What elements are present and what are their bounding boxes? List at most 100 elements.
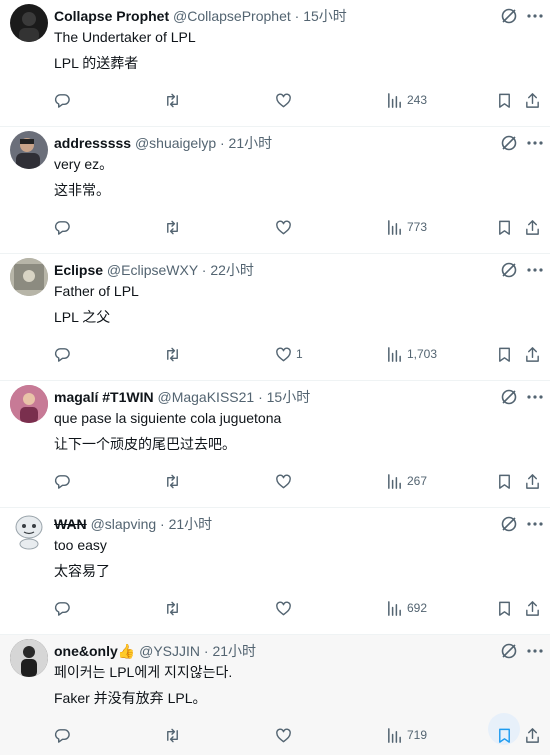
display-name[interactable]: addresssss [54, 135, 131, 151]
like-button[interactable] [275, 212, 296, 242]
avatar[interactable] [10, 4, 48, 42]
display-name[interactable]: one&only👍 [54, 643, 135, 659]
display-name[interactable]: WAN [54, 516, 87, 532]
retweet-button[interactable] [164, 466, 181, 496]
tweet[interactable]: WAN @slapving · 21小时 too easy 太容易了 692 [0, 508, 550, 635]
avatar[interactable] [10, 512, 48, 550]
tweet[interactable]: one&only👍 @YSJJIN · 21小时 페이커는 LPL에게 지지않는… [0, 635, 550, 755]
share-button[interactable] [524, 339, 541, 369]
tweet[interactable]: magalí #T1WIN @MagaKISS21 · 15小时 que pas… [0, 381, 550, 508]
bookmark-button[interactable] [496, 85, 513, 115]
views-button[interactable]: 243 [386, 85, 427, 115]
like-icon [276, 92, 291, 107]
timestamp[interactable]: · 22小时 [202, 262, 254, 278]
display-name[interactable]: Eclipse [54, 262, 103, 278]
timestamp[interactable]: · 21小时 [204, 643, 256, 659]
retweet-button[interactable] [164, 720, 181, 750]
views-button[interactable]: 773 [386, 212, 427, 242]
avatar[interactable] [10, 639, 48, 677]
share-button[interactable] [524, 593, 541, 623]
reply-button[interactable] [54, 339, 71, 369]
reply-button[interactable] [54, 212, 71, 242]
avatar[interactable] [10, 258, 48, 296]
more-icon[interactable] [526, 515, 544, 533]
bookmark-icon [499, 93, 510, 108]
user-handle[interactable]: @YSJJIN [139, 643, 200, 659]
reply-button[interactable] [54, 720, 71, 750]
share-icon [526, 473, 539, 489]
retweet-button[interactable] [164, 212, 181, 242]
timestamp[interactable]: · 21小时 [160, 516, 212, 532]
grok-icon[interactable] [500, 261, 518, 279]
bookmark-button[interactable] [496, 466, 513, 496]
tweet-text: The Undertaker of LPL [54, 29, 196, 45]
user-handle[interactable]: @EclipseWXY [107, 262, 198, 278]
views-icon [388, 219, 401, 235]
tweet[interactable]: addresssss @shuaigelyp · 21小时 very ez。 这… [0, 127, 550, 254]
bookmark-icon [499, 728, 510, 743]
like-icon [276, 219, 291, 234]
reply-button[interactable] [54, 85, 71, 115]
views-button[interactable]: 1,703 [386, 339, 437, 369]
grok-icon[interactable] [500, 515, 518, 533]
tweet[interactable]: Eclipse @EclipseWXY · 22小时 Father of LPL… [0, 254, 550, 381]
tweet-text: very ez。 [54, 156, 114, 172]
views-icon [388, 92, 401, 108]
grok-icon[interactable] [500, 642, 518, 660]
timestamp[interactable]: · 21小时 [220, 135, 272, 151]
view-count: 243 [407, 93, 428, 107]
views-icon [388, 346, 401, 362]
more-icon[interactable] [526, 7, 544, 25]
share-button[interactable] [524, 466, 541, 496]
bookmark-button[interactable] [496, 212, 513, 242]
share-button[interactable] [524, 85, 541, 115]
bookmark-button[interactable] [496, 720, 513, 750]
more-icon[interactable] [526, 134, 544, 152]
display-name[interactable]: magalí #T1WIN [54, 389, 154, 405]
retweet-button[interactable] [164, 85, 181, 115]
tweet-translation: LPL 的送葬者 [54, 55, 139, 71]
user-handle[interactable]: @slapving [91, 516, 157, 532]
like-button[interactable] [275, 466, 296, 496]
like-button[interactable] [275, 720, 296, 750]
share-button[interactable] [524, 212, 541, 242]
timestamp[interactable]: · 15小时 [295, 8, 347, 24]
share-button[interactable] [524, 720, 541, 750]
more-icon[interactable] [526, 388, 544, 406]
views-button[interactable]: 719 [386, 720, 427, 750]
tweet-header: one&only👍 @YSJJIN · 21小时 [54, 641, 256, 661]
bookmark-icon [499, 220, 510, 235]
grok-icon[interactable] [500, 134, 518, 152]
timestamp[interactable]: · 15小时 [258, 389, 310, 405]
retweet-button[interactable] [164, 593, 181, 623]
like-button[interactable] [275, 85, 296, 115]
user-handle[interactable]: @MagaKISS21 [157, 389, 254, 405]
avatar[interactable] [10, 385, 48, 423]
tweet-text: Father of LPL [54, 283, 139, 299]
tweet[interactable]: Collapse Prophet @CollapseProphet · 15小时… [0, 0, 550, 127]
more-icon[interactable] [526, 261, 544, 279]
bookmark-button[interactable] [496, 593, 513, 623]
bookmark-button[interactable] [496, 339, 513, 369]
reply-button[interactable] [54, 593, 71, 623]
grok-icon[interactable] [500, 388, 518, 406]
more-icon[interactable] [526, 642, 544, 660]
views-icon [388, 727, 401, 743]
grok-icon[interactable] [500, 7, 518, 25]
views-button[interactable]: 692 [386, 593, 427, 623]
views-button[interactable]: 267 [386, 466, 427, 496]
reply-button[interactable] [54, 466, 71, 496]
reply-feed: Collapse Prophet @CollapseProphet · 15小时… [0, 0, 550, 755]
view-count: 719 [407, 728, 428, 742]
retweet-button[interactable] [164, 339, 181, 369]
tweet-header: Eclipse @EclipseWXY · 22小时 [54, 260, 254, 280]
display-name[interactable]: Collapse Prophet [54, 8, 169, 24]
tweet-translation: Faker 并没有放弃 LPL。 [54, 690, 207, 706]
user-handle[interactable]: @shuaigelyp [135, 135, 216, 151]
user-handle[interactable]: @CollapseProphet [173, 8, 291, 24]
retweet-icon [167, 728, 178, 742]
like-button[interactable]: 1 [275, 339, 303, 369]
avatar[interactable] [10, 131, 48, 169]
like-icon [276, 346, 291, 361]
like-button[interactable] [275, 593, 296, 623]
